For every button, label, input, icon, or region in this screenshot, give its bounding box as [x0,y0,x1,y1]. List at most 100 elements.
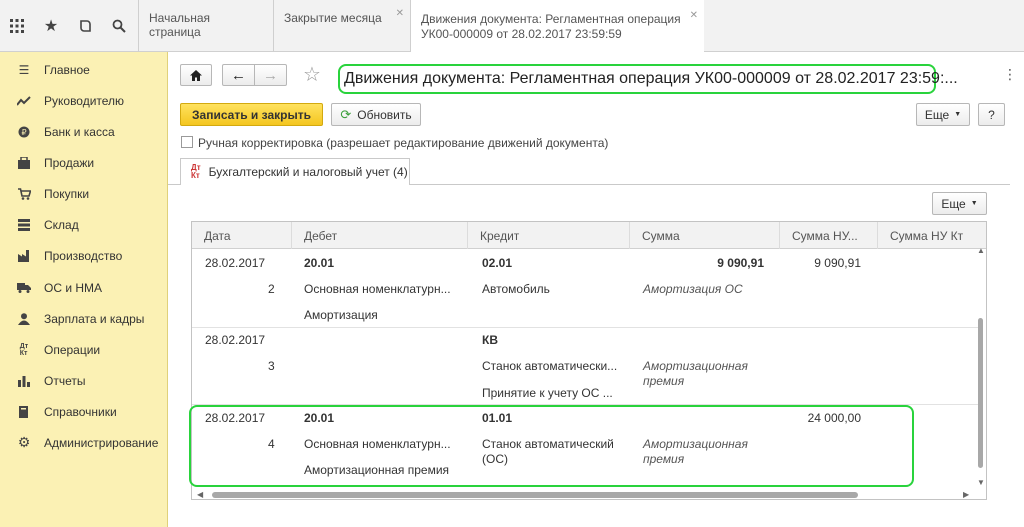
sidebar-item-label: Администрирование [44,435,159,450]
cell-debit-account: 20.01 [304,256,335,270]
sidebar-item-admin[interactable]: ⚙ Администрирование [0,427,168,458]
sidebar-item-sales[interactable]: Продажи [0,147,168,178]
sidebar-item-label: Отчеты [44,373,86,388]
search-icon[interactable] [102,0,136,52]
horizontal-scrollbar[interactable] [212,492,858,498]
save-and-close-label: Записать и закрыть [192,107,311,122]
cell-credit-account: 01.01 [482,411,513,425]
apps-grid-icon[interactable] [0,0,34,52]
cell-sum-note: Амортизационная премия [643,437,748,466]
tab-home[interactable]: Начальная страница [138,0,273,52]
sidebar-item-main[interactable]: ☰ Главное [0,54,168,85]
sidebar-item-warehouse[interactable]: Склад [0,209,168,240]
column-header-sum-nu-kt[interactable]: Сумма НУ Кт [878,222,978,249]
column-header-credit[interactable]: Кредит [468,222,630,249]
sidebar-item-label: Главное [44,62,90,77]
more-button[interactable]: Еще ▼ [916,103,970,126]
column-header-date[interactable]: Дата [192,222,292,249]
column-header-label: Дебет [304,228,338,243]
tab-accounting[interactable]: Дт Кт Бухгалтерский и налоговый учет (4) [180,158,410,185]
cell-row-number: 3 [268,359,275,373]
sidebar-item-operations[interactable]: Дт Кт Операции [0,334,168,365]
tab-month-close[interactable]: Закрытие месяца ✕ [273,0,410,52]
book-icon [17,405,31,419]
sales-icon [17,156,31,170]
cell-sum-nu: 9 090,91 [814,256,861,270]
sidebar-item-bank[interactable]: ₽ Банк и касса [0,116,168,147]
table-header: Дата Дебет Кредит Сумма Сумма НУ... Сумм… [192,222,986,249]
manual-correction-checkbox[interactable] [181,136,193,148]
star-outline-icon[interactable]: ☆ [303,62,321,87]
column-header-sum[interactable]: Сумма [630,222,780,249]
more-label: Еще [924,107,950,122]
sidebar-item-label: ОС и НМА [44,280,103,295]
gear-icon: ⚙ [17,434,31,450]
sidebar: ☰ Главное Руководителю ₽ Банк и касса Пр… [0,52,168,527]
page-title-text: Движения документа: Регламентная операци… [344,70,958,87]
cell-credit-subconto: Принятие к учету ОС ... [482,386,613,400]
column-header-label: Дата [204,228,231,243]
person-icon [17,312,31,326]
refresh-label: Обновить [357,107,412,122]
sidebar-item-label: Руководителю [44,93,125,108]
back-button[interactable]: ← [222,64,255,86]
scroll-right-icon[interactable]: ▶ [963,490,969,499]
column-header-debit[interactable]: Дебет [292,222,468,249]
arrow-left-icon: ← [231,66,246,84]
cell-credit-account: 02.01 [482,256,513,270]
row-divider [192,327,978,328]
manual-correction-label[interactable]: Ручная корректировка (разрешает редактир… [198,136,608,150]
cell-date: 28.02.2017 [205,411,266,425]
sidebar-item-reports[interactable]: Отчеты [0,365,168,396]
cell-credit-account: КВ [482,333,498,347]
cell-debit-account: 20.01 [304,411,335,425]
tab-document-movements[interactable]: Движения документа: Регламентная операци… [410,0,704,53]
bank-icon: ₽ [17,125,31,139]
cell-credit-subconto: Станок автоматический (ОС) [482,437,614,466]
top-bar: ★ Начальная страница Закрытие месяца ✕ Д… [0,0,1024,53]
sidebar-item-manager[interactable]: Руководителю [0,85,168,116]
scroll-up-icon[interactable]: ▲ [977,246,985,255]
tab-label: Движения документа: Регламентная операци… [421,12,681,26]
svg-text:₽: ₽ [21,128,26,137]
column-header-sum-nu-dt[interactable]: Сумма НУ... [780,222,878,249]
cell-debit-subconto: Амортизационная премия [304,463,450,477]
cell-credit-subconto: Станок автоматически... [482,359,618,373]
sidebar-item-fixed-assets[interactable]: ОС и НМА [0,272,168,303]
scroll-left-icon[interactable]: ◀ [197,490,203,499]
sidebar-item-production[interactable]: Производство [0,240,168,271]
table-more-label: Еще [941,196,966,211]
history-icon[interactable] [68,0,102,52]
column-header-label: Сумма НУ Кт [890,228,964,243]
tab-label-line2: УК00-000009 от 28.02.2017 23:59:59 [421,27,622,41]
forward-button[interactable]: → [254,64,287,86]
close-icon[interactable]: ✕ [396,8,404,19]
save-and-close-button[interactable]: Записать и закрыть [180,103,323,126]
star-icon[interactable]: ★ [34,0,68,52]
sidebar-item-salary[interactable]: Зарплата и кадры [0,303,168,334]
page-title: Движения документа: Регламентная операци… [338,64,958,94]
home-button[interactable] [180,64,212,86]
tab-label: Начальная страница [149,11,211,39]
table-more-button[interactable]: Еще ▼ [932,192,987,215]
cell-date: 28.02.2017 [205,333,266,347]
tab-label: Закрытие месяца [284,11,382,25]
sidebar-item-references[interactable]: Справочники [0,396,168,427]
cell-date: 28.02.2017 [205,256,266,270]
cell-row-number: 4 [268,437,275,451]
dropdown-arrow-icon: ▼ [954,111,962,118]
cell-credit-subconto: Автомобиль [482,282,550,296]
cell-row-number: 2 [268,282,275,296]
sidebar-item-label: Склад [44,217,79,232]
vertical-scrollbar[interactable] [978,318,983,468]
help-button[interactable]: ? [978,103,1005,126]
bar-chart-icon [17,374,31,388]
close-icon[interactable]: ✕ [690,8,698,23]
refresh-button[interactable]: ⟳ Обновить [331,103,421,126]
sidebar-item-label: Банк и касса [44,124,115,139]
scroll-down-icon[interactable]: ▼ [977,478,985,487]
sidebar-item-purchases[interactable]: Покупки [0,178,168,209]
home-icon [190,69,202,81]
cart-icon [17,187,31,201]
more-actions-icon[interactable]: ⋮ [1003,66,1017,83]
